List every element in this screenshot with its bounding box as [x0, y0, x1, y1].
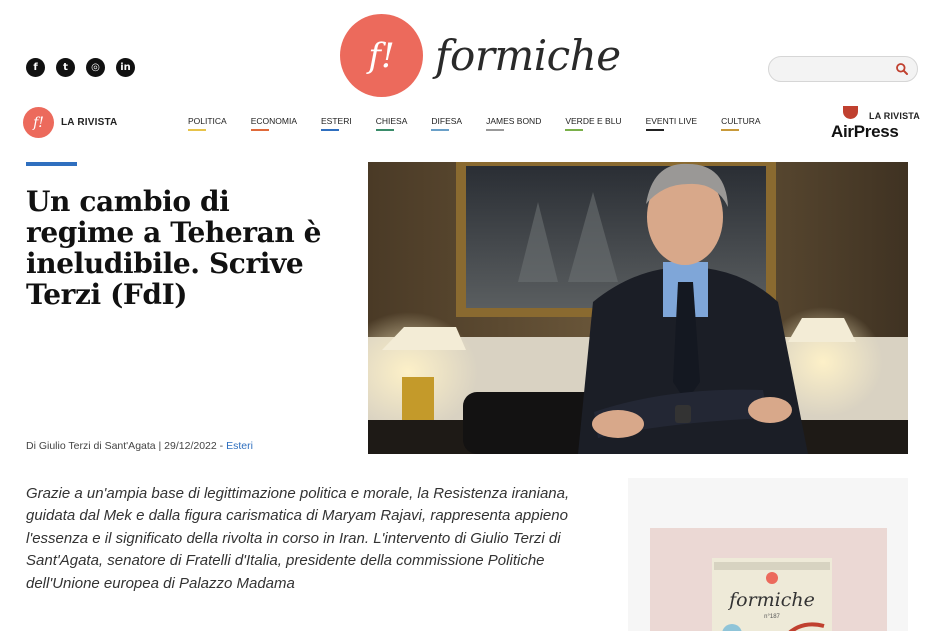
site-logo[interactable]: f! formiche	[340, 14, 621, 97]
twitter-icon[interactable]: t	[56, 58, 75, 77]
logo-mark: f!	[340, 14, 423, 97]
nav-item-esteri[interactable]: ESTERI	[321, 116, 352, 131]
nav-item-difesa[interactable]: DIFESA	[431, 116, 462, 131]
category-link[interactable]: Esteri	[226, 440, 253, 452]
nav-item-politica[interactable]: POLITICA	[188, 116, 227, 131]
facebook-icon[interactable]: f	[26, 58, 45, 77]
nav-item-james-bond[interactable]: JAMES BOND	[486, 116, 541, 131]
article-byline: Di Giulio Terzi di Sant'Agata | 29/12/20…	[26, 440, 253, 452]
linkedin-icon[interactable]: in	[116, 58, 135, 77]
article-hero-image	[368, 162, 908, 454]
search-input[interactable]	[779, 57, 899, 81]
nav-item-eventi-live[interactable]: EVENTI LIVE	[645, 116, 697, 131]
airpress-top-label: LA RIVISTA	[869, 111, 920, 121]
airpress-logo[interactable]: LA RIVISTA AirPress	[831, 104, 921, 144]
magazine-cover-image[interactable]: formiche n°187	[706, 558, 838, 631]
nav-item-economia[interactable]: ECONOMIA	[250, 116, 297, 131]
magazine-title: formiche	[727, 589, 815, 611]
main-nav: POLITICA ECONOMIA ESTERI CHIESA DIFESA J…	[188, 116, 785, 131]
nav-item-cultura[interactable]: CULTURA	[721, 116, 761, 131]
section-accent-bar	[26, 162, 77, 166]
airpress-wordmark: AirPress	[831, 122, 899, 141]
search-icon[interactable]	[895, 62, 909, 76]
instagram-icon[interactable]: ◎	[86, 58, 105, 77]
social-links: f t ◎ in	[26, 58, 135, 77]
rivista-label: LA RIVISTA	[61, 117, 118, 128]
magazine-issue: n°187	[764, 614, 780, 620]
byline-text: Di Giulio Terzi di Sant'Agata | 29/12/20…	[26, 440, 227, 452]
nav-item-verde-e-blu[interactable]: VERDE E BLU	[565, 116, 622, 131]
article-lead: Grazie a un'ampia base di legittimazione…	[26, 485, 570, 592]
airpress-mark-icon	[843, 106, 858, 119]
article-headline: Un cambio di regime a Teheran è ineludib…	[26, 185, 322, 311]
la-rivista-link[interactable]: f! LA RIVISTA	[23, 107, 117, 138]
rivista-logo-icon: f!	[23, 107, 54, 138]
search-box	[768, 56, 918, 82]
nav-item-chiesa[interactable]: CHIESA	[375, 116, 407, 131]
logo-wordmark: formiche	[435, 31, 621, 80]
